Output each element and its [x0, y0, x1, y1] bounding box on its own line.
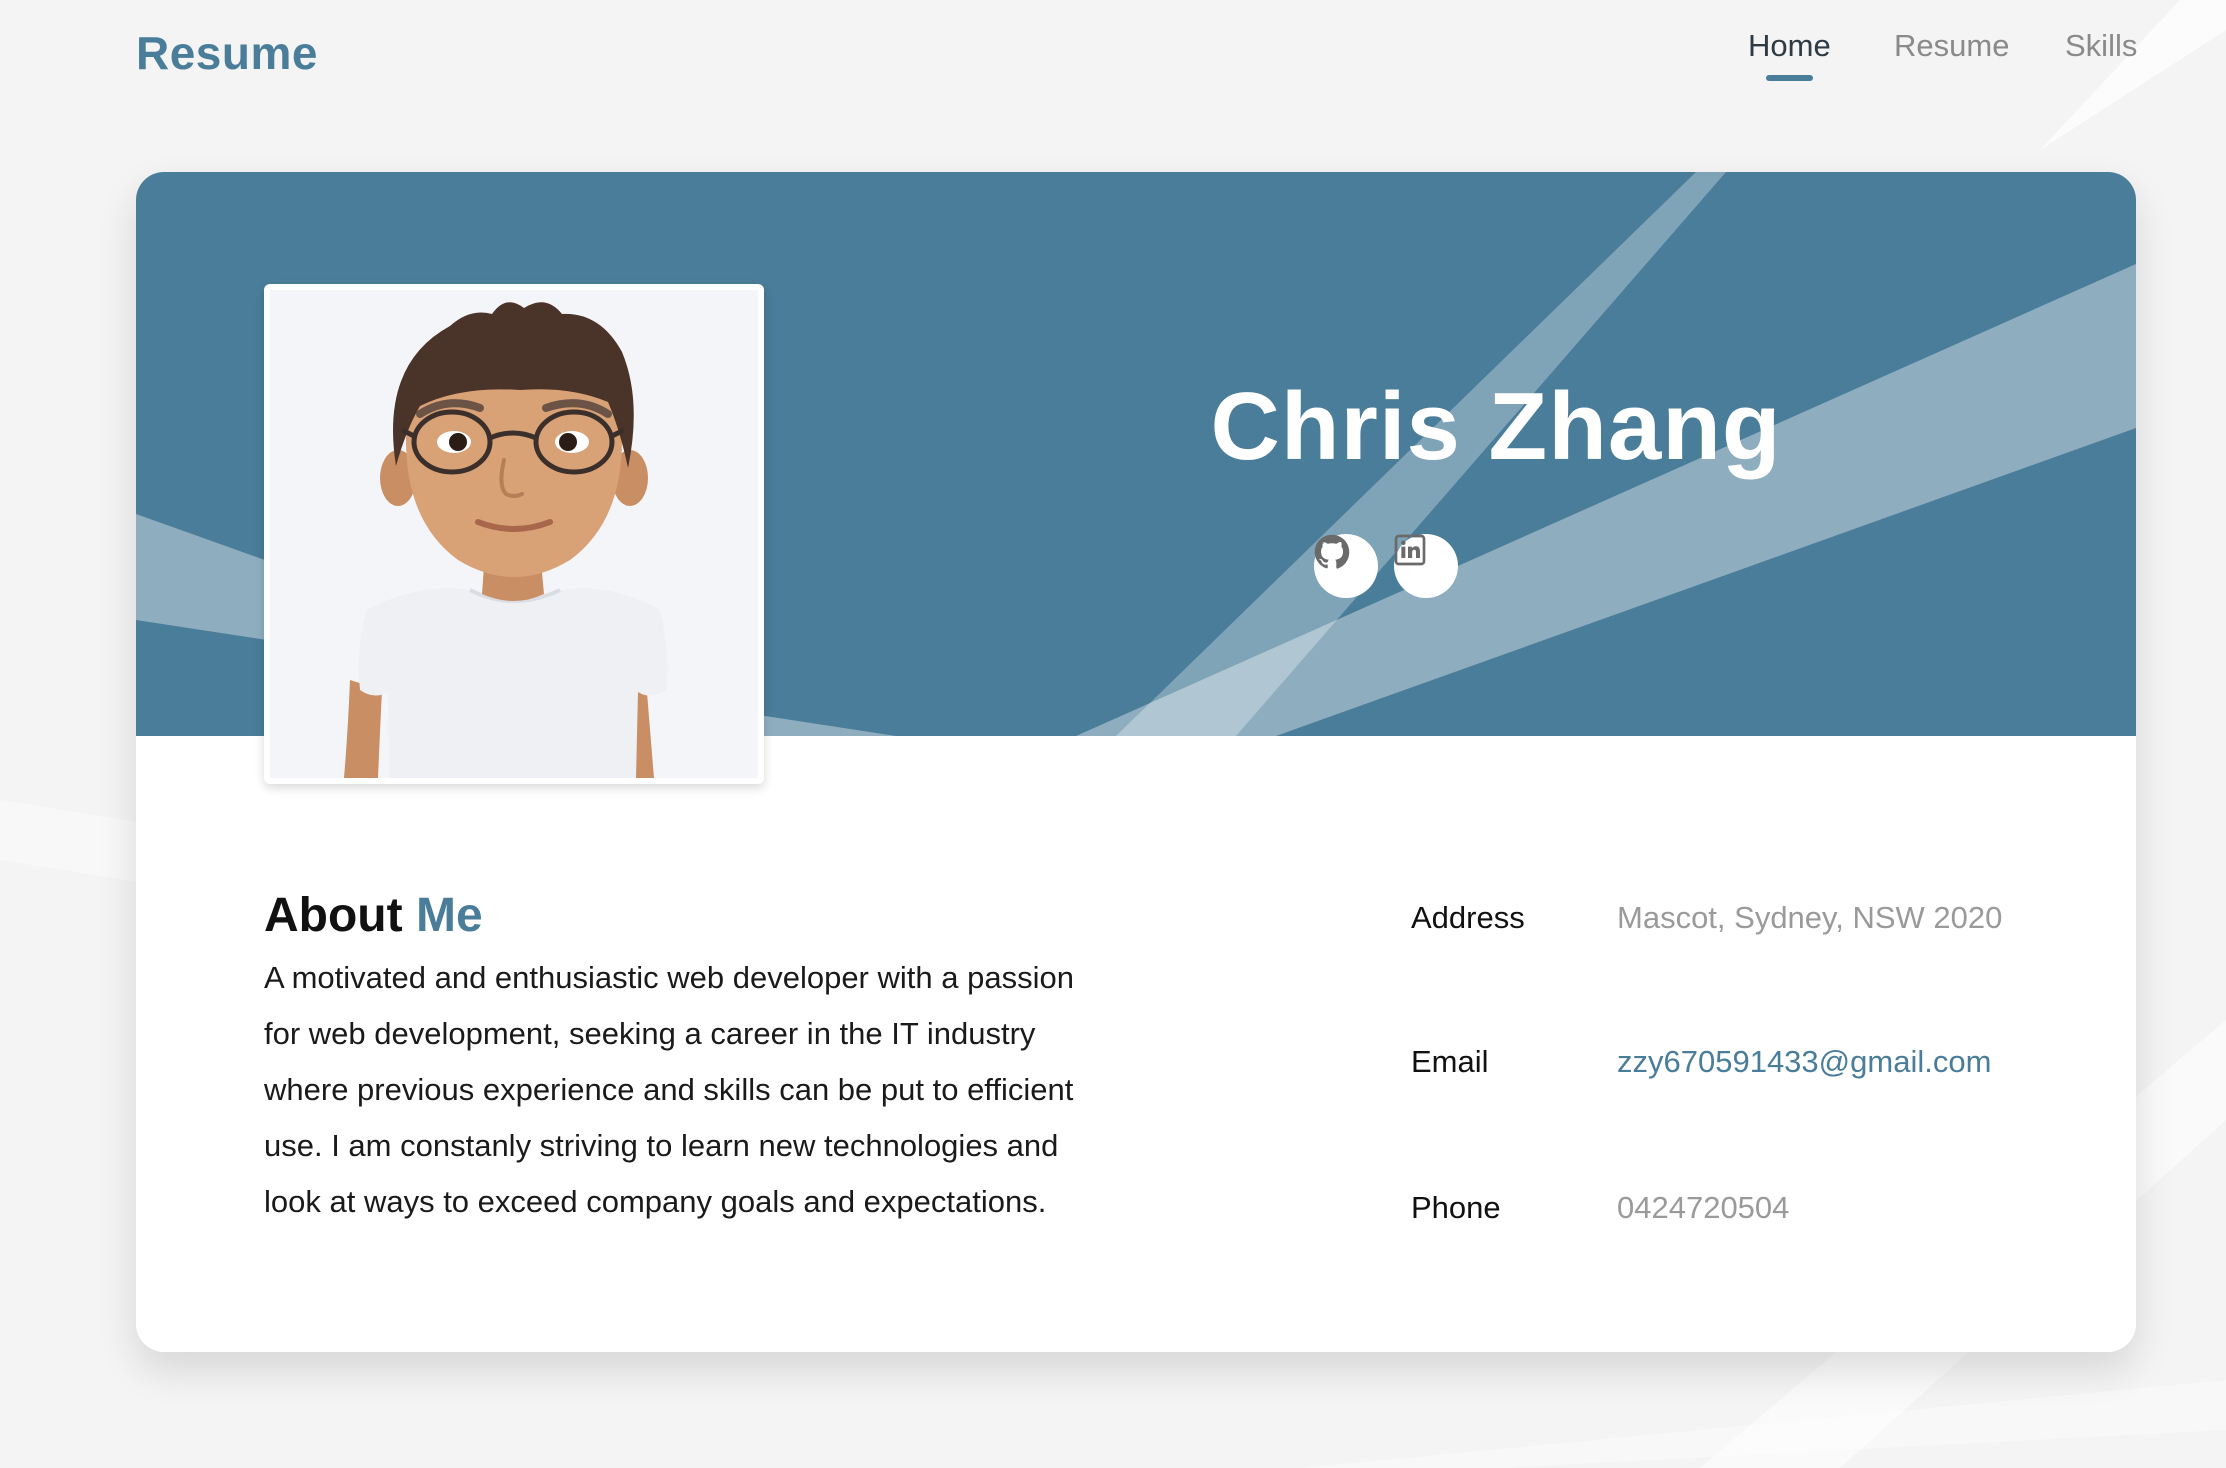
github-link[interactable]	[1314, 534, 1378, 598]
github-icon	[1314, 534, 1350, 569]
about-title-accent: Me	[415, 888, 483, 942]
profile-photo	[264, 284, 764, 784]
brand-logo[interactable]: Resume	[136, 26, 318, 80]
address-label: Address	[1411, 900, 1525, 935]
profile-card: Chris Zhang About Me A motivated and ent…	[136, 172, 2136, 1352]
avatar-illustration	[270, 290, 758, 778]
top-navigation: Resume Home Resume Skills	[0, 0, 2226, 110]
email-link[interactable]: zzy670591433@gmail.com	[1617, 1044, 1991, 1080]
about-description: A motivated and enthusiastic web develop…	[264, 960, 1074, 1219]
phone-value: 0424720504	[1617, 1190, 1790, 1225]
phone-label: Phone	[1411, 1190, 1501, 1225]
nav-resume-link[interactable]: Resume	[1894, 28, 2009, 64]
nav-home-label: Home	[1748, 28, 1831, 63]
nav-skills-link[interactable]: Skills	[2065, 28, 2137, 64]
address-value: Mascot, Sydney, NSW 2020	[1617, 900, 2003, 935]
email-label: Email	[1411, 1044, 1489, 1079]
linkedin-icon	[1394, 534, 1426, 566]
profile-name: Chris Zhang	[1210, 373, 1782, 480]
about-title: About Me	[264, 888, 483, 943]
about-title-text: About	[264, 888, 403, 942]
nav-home-link[interactable]: Home	[1748, 28, 1831, 81]
active-nav-indicator	[1766, 75, 1813, 81]
linkedin-link[interactable]	[1394, 534, 1458, 598]
